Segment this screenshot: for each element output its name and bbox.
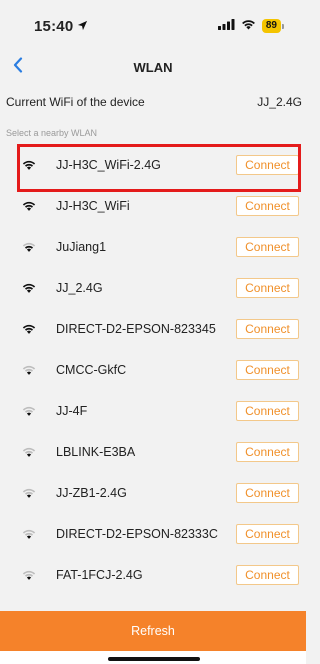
wifi-network-row: JJ_2.4G Connect	[0, 267, 306, 308]
connect-button[interactable]: Connect	[236, 400, 299, 421]
wifi-network-row: FAT-1FCJ-2.4G Connect	[0, 554, 306, 595]
wifi-signal-icon	[22, 405, 36, 417]
wifi-signal-icon	[22, 528, 36, 540]
wifi-signal-icon	[22, 569, 36, 581]
wifi-network-row: JJ-H3C_WiFi Connect	[0, 185, 306, 226]
battery-indicator: 89	[261, 19, 284, 33]
connect-button[interactable]: Connect	[236, 523, 299, 544]
cellular-signal-icon	[217, 17, 235, 35]
connect-button[interactable]: Connect	[236, 195, 299, 216]
connect-button[interactable]: Connect	[236, 564, 299, 585]
wifi-signal-icon	[22, 446, 36, 458]
battery-level: 89	[261, 19, 281, 33]
page-title: WLAN	[133, 59, 173, 75]
current-wifi-row: Current WiFi of the device JJ_2.4G	[0, 82, 306, 122]
wifi-network-name: DIRECT-D2-EPSON-823345	[56, 321, 216, 336]
wifi-network-row: JJ-H3C_WiFi-2.4G Connect	[0, 144, 306, 185]
wifi-signal-icon	[22, 159, 36, 171]
wifi-signal-icon	[22, 282, 36, 294]
wifi-network-row: JJ-ZB1-2.4G Connect	[0, 472, 306, 513]
wifi-network-row: DIRECT-D2-EPSON-82333C Connect	[0, 513, 306, 554]
wifi-network-name: LBLINK-E3BA	[56, 444, 136, 459]
wifi-network-name: JJ-ZB1-2.4G	[56, 485, 127, 500]
wifi-list: JJ-H3C_WiFi-2.4G Connect JJ-H3C_WiFi Connec…	[0, 144, 306, 595]
wifi-icon	[241, 17, 256, 35]
connect-button[interactable]: Connect	[236, 154, 299, 175]
wifi-network-row: LBLINK-E3BA Connect	[0, 431, 306, 472]
wifi-network-name: FAT-1FCJ-2.4G	[56, 567, 143, 582]
wifi-signal-icon	[22, 487, 36, 499]
status-time: 15:40	[34, 17, 74, 35]
section-label: Select a nearby WLAN	[6, 128, 98, 138]
wifi-signal-icon	[22, 364, 36, 376]
status-bar: 15:40 89	[0, 0, 306, 52]
wifi-network-name: DIRECT-D2-EPSON-82333C	[56, 526, 218, 541]
home-indicator	[108, 657, 200, 661]
connect-button[interactable]: Connect	[236, 482, 299, 503]
battery-tip	[282, 23, 284, 29]
app-screen: 15:40 89 WLAN Current WiFi of the device…	[0, 0, 306, 664]
wifi-network-row: CMCC-GkfC Connect	[0, 349, 306, 390]
wifi-network-row: JuJiang1 Connect	[0, 226, 306, 267]
current-wifi-label: Current WiFi of the device	[6, 95, 145, 109]
status-icons: 89	[217, 17, 284, 35]
current-wifi-value: JJ_2.4G	[257, 95, 302, 109]
wifi-signal-icon	[22, 200, 36, 212]
wifi-network-name: CMCC-GkfC	[56, 362, 127, 377]
wifi-network-row: JJ-4F Connect	[0, 390, 306, 431]
wifi-network-name: JJ-H3C_WiFi	[56, 198, 130, 213]
connect-button[interactable]: Connect	[236, 277, 299, 298]
wifi-signal-icon	[22, 241, 36, 253]
location-arrow-icon	[77, 18, 88, 35]
wifi-network-name: JJ-4F	[56, 403, 88, 418]
wifi-network-name: JJ-H3C_WiFi-2.4G	[56, 157, 161, 172]
wifi-signal-icon	[22, 323, 36, 335]
connect-button[interactable]: Connect	[236, 318, 299, 339]
nav-bar: WLAN	[0, 52, 306, 82]
wifi-network-name: JuJiang1	[56, 239, 107, 254]
connect-button[interactable]: Connect	[236, 441, 299, 462]
connect-button[interactable]: Connect	[236, 236, 299, 257]
back-button[interactable]	[6, 55, 30, 79]
refresh-button[interactable]: Refresh	[0, 611, 306, 651]
status-time-group: 15:40	[34, 18, 88, 35]
connect-button[interactable]: Connect	[236, 359, 299, 380]
wifi-network-name: JJ_2.4G	[56, 280, 103, 295]
wifi-network-row: DIRECT-D2-EPSON-823345 Connect	[0, 308, 306, 349]
chevron-left-icon	[13, 56, 23, 78]
